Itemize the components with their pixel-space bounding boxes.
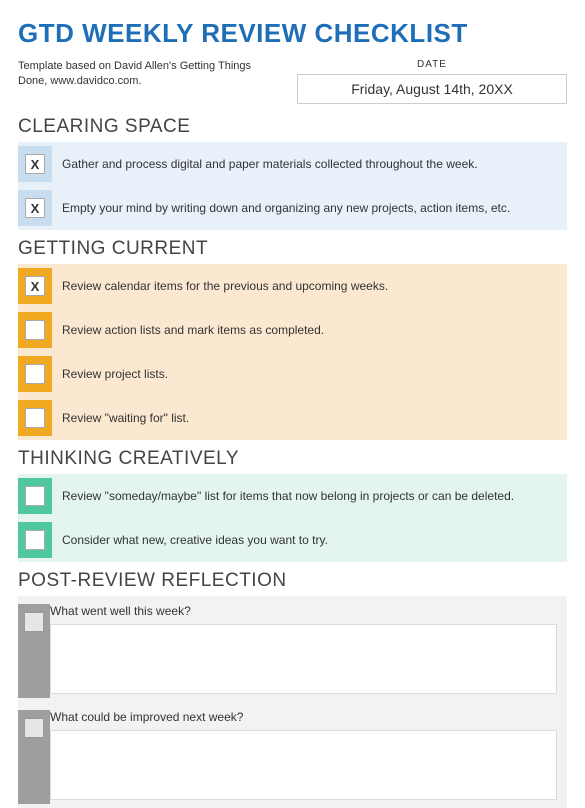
section-creative: Review "someday/maybe" list for items th… — [18, 474, 567, 562]
checkbox[interactable] — [25, 486, 45, 506]
checklist-text: Review project lists. — [52, 367, 567, 381]
checklist-text: Review "someday/maybe" list for items th… — [52, 489, 567, 503]
checkbox[interactable] — [24, 612, 44, 632]
date-input[interactable]: Friday, August 14th, 20XX — [297, 74, 567, 104]
header-row: Template based on David Allen's Getting … — [18, 59, 567, 104]
checkbox[interactable] — [25, 364, 45, 384]
date-block: DATE Friday, August 14th, 20XX — [297, 59, 567, 104]
subtitle-text: Template based on David Allen's Getting … — [18, 59, 278, 90]
checkbox[interactable] — [24, 718, 44, 738]
checkbox[interactable] — [25, 320, 45, 340]
checkbox[interactable] — [25, 408, 45, 428]
section-creative-heading: THINKING CREATIVELY — [18, 448, 567, 470]
checklist-text: Review calendar items for the previous a… — [52, 279, 567, 293]
section-current: X Review calendar items for the previous… — [18, 264, 567, 440]
checkbox[interactable]: X — [25, 198, 45, 218]
checklist-text: Review action lists and mark items as co… — [52, 323, 567, 337]
checklist-row: Consider what new, creative ideas you wa… — [18, 518, 567, 562]
reflection-row: What could be improved next week? — [18, 702, 567, 808]
reflection-row: What went well this week? — [18, 596, 567, 702]
checklist-text: Gather and process digital and paper mat… — [52, 157, 567, 171]
checklist-row: X Gather and process digital and paper m… — [18, 142, 567, 186]
checklist-text: Empty your mind by writing down and orga… — [52, 201, 567, 215]
checkbox[interactable]: X — [25, 154, 45, 174]
section-clearing-heading: CLEARING SPACE — [18, 116, 567, 138]
reflection-textarea[interactable] — [50, 624, 557, 694]
date-label: DATE — [297, 59, 567, 70]
section-current-heading: GETTING CURRENT — [18, 238, 567, 260]
checkbox[interactable] — [25, 530, 45, 550]
checklist-row: Review "someday/maybe" list for items th… — [18, 474, 567, 518]
page-title: GTD WEEKLY REVIEW CHECKLIST — [18, 18, 567, 49]
checklist-row: Review action lists and mark items as co… — [18, 308, 567, 352]
checklist-row: X Empty your mind by writing down and or… — [18, 186, 567, 230]
checklist-text: Consider what new, creative ideas you wa… — [52, 533, 567, 547]
reflection-prompt: What could be improved next week? — [50, 710, 567, 730]
section-reflection: What went well this week? What could be … — [18, 596, 567, 808]
checkbox[interactable]: X — [25, 276, 45, 296]
reflection-prompt: What went well this week? — [50, 604, 567, 624]
section-clearing: X Gather and process digital and paper m… — [18, 142, 567, 230]
checklist-row: Review "waiting for" list. — [18, 396, 567, 440]
checklist-text: Review "waiting for" list. — [52, 411, 567, 425]
checklist-row: X Review calendar items for the previous… — [18, 264, 567, 308]
checklist-row: Review project lists. — [18, 352, 567, 396]
section-reflection-heading: POST-REVIEW REFLECTION — [18, 570, 567, 592]
reflection-textarea[interactable] — [50, 730, 557, 800]
